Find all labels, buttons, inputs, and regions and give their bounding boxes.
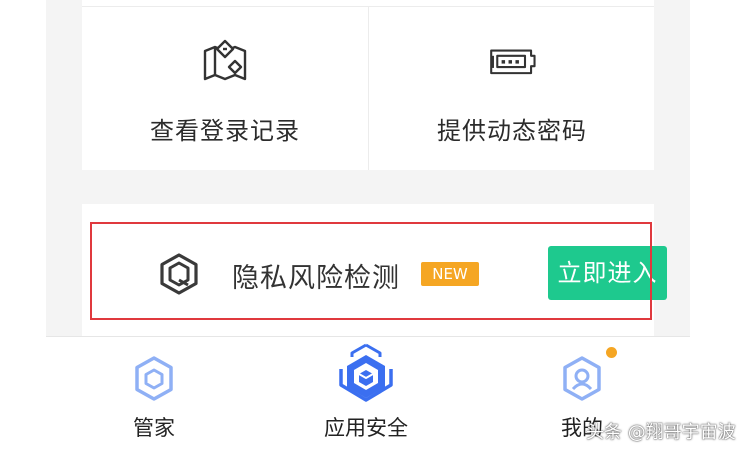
phone-screen: 查看登录记录 提供动态密码 隐私风险检测 NEW 立即进入 管家 应用安全 我的 (46, 0, 690, 455)
tab-app-security-label: 应用安全 (324, 416, 408, 440)
tab-app-security[interactable]: 应用安全 (296, 337, 436, 455)
butler-hexagon-icon (132, 355, 176, 407)
login-record-label: 查看登录记录 (150, 117, 300, 145)
login-record-icon (199, 35, 251, 87)
login-record-item[interactable]: 查看登录记录 (82, 7, 368, 170)
app-security-shield-icon (335, 343, 397, 413)
watermark: 头条 @翔哥宇宙波 (586, 422, 736, 443)
left-margin (0, 0, 46, 455)
dynamic-password-icon (486, 35, 538, 87)
profile-hexagon-icon (560, 355, 604, 407)
security-tools-card: 查看登录记录 提供动态密码 (82, 0, 654, 170)
dynamic-password-item[interactable]: 提供动态密码 (369, 7, 655, 170)
dynamic-password-label: 提供动态密码 (437, 117, 587, 145)
tab-butler-label: 管家 (133, 416, 175, 440)
right-margin (690, 0, 756, 455)
highlight-frame (90, 222, 652, 320)
tab-butler[interactable]: 管家 (84, 337, 224, 455)
notification-dot (606, 347, 617, 358)
